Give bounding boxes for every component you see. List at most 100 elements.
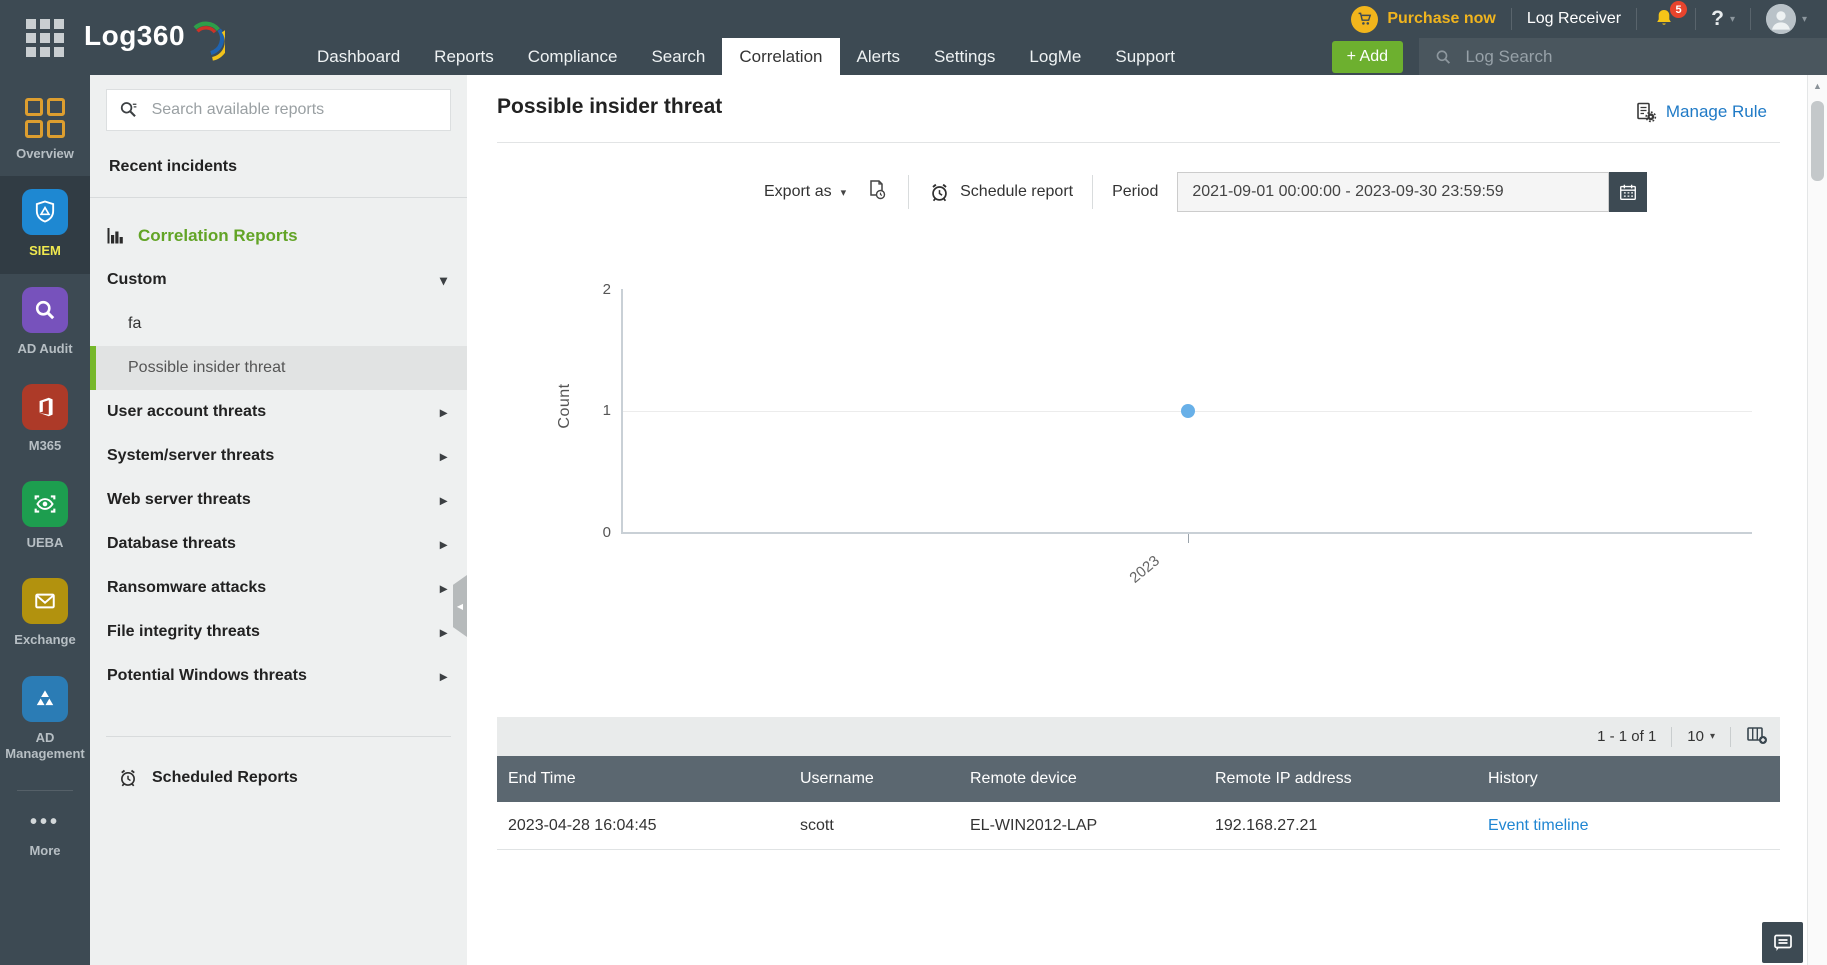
logo[interactable]: Log360 <box>84 12 226 64</box>
log-receiver-link[interactable]: Log Receiver <box>1527 10 1621 28</box>
divider <box>1749 8 1751 30</box>
add-button[interactable]: + Add <box>1331 40 1403 73</box>
sidebar-group-potential-windows-threats[interactable]: Potential Windows threats ▸ <box>90 654 467 698</box>
sidebar-group-system-server-threats[interactable]: System/server threats ▸ <box>90 434 467 478</box>
y-tick-0: 0 <box>602 524 611 541</box>
rail-item-exchange[interactable]: Exchange <box>0 565 90 662</box>
export-as-dropdown[interactable]: Export as ▾ <box>764 183 846 201</box>
nav-tab-dashboard[interactable]: Dashboard <box>300 38 417 75</box>
rail-item-siem[interactable]: SIEM <box>0 176 90 274</box>
divider <box>1510 8 1512 30</box>
rail-item-ueba[interactable]: UEBA <box>0 468 90 565</box>
rail-item-ad-management[interactable]: AD Management <box>0 663 90 777</box>
rail-label: M365 <box>28 437 62 453</box>
scroll-up-arrow[interactable]: ▲ <box>1808 81 1827 91</box>
help-menu[interactable]: ? ▾ <box>1711 7 1735 31</box>
add-column-button[interactable] <box>1746 725 1768 749</box>
group-label: Potential Windows threats <box>107 667 307 684</box>
period-range-input[interactable] <box>1177 172 1610 212</box>
nav-tab-logme[interactable]: LogMe <box>1012 38 1098 75</box>
chat-support-button[interactable] <box>1762 922 1803 963</box>
manage-rule-link[interactable]: Manage Rule <box>1635 101 1767 123</box>
manage-rule-label: Manage Rule <box>1665 102 1767 121</box>
col-header-remote-device[interactable]: Remote device <box>959 770 1204 788</box>
avatar <box>1765 4 1796 34</box>
event-timeline-link[interactable]: Event timeline <box>1477 817 1780 835</box>
title-divider <box>497 142 1780 143</box>
table-header-row: End Time Username Remote device Remote I… <box>497 756 1780 802</box>
sidebar-group-file-integrity-threats[interactable]: File integrity threats ▸ <box>90 610 467 654</box>
divider <box>1636 8 1638 30</box>
x-tick-label: 2023 <box>1125 552 1163 587</box>
export-schedule-button[interactable] <box>865 178 889 207</box>
account-menu[interactable]: ▾ <box>1765 4 1807 34</box>
sidebar-report-fa[interactable]: fa <box>90 302 467 346</box>
col-header-history[interactable]: History <box>1477 770 1780 788</box>
scheduled-reports-link[interactable]: Scheduled Reports <box>90 737 467 789</box>
table-row[interactable]: 2023-04-28 16:04:45 scott EL-WIN2012-LAP… <box>497 802 1780 850</box>
chevron-down-icon: ▾ <box>1729 13 1735 25</box>
log-search-input[interactable] <box>1463 45 1811 68</box>
purchase-now-button[interactable]: Purchase now <box>1351 5 1496 33</box>
y-tick-2: 2 <box>602 281 611 298</box>
nav-tab-support[interactable]: Support <box>1098 38 1192 75</box>
y-tick-1: 1 <box>602 402 611 419</box>
vertical-scrollbar[interactable]: ▲ <box>1807 75 1827 965</box>
period-label: Period <box>1112 183 1159 200</box>
apps-grid-icon[interactable] <box>26 18 64 57</box>
schedule-report-button[interactable]: Schedule report <box>928 181 1073 204</box>
search-icon <box>1436 49 1451 64</box>
group-label: Database threats <box>107 535 236 552</box>
sidebar-group-ransomware-attacks[interactable]: Ransomware attacks ▸ <box>90 566 467 610</box>
rail-item-m365[interactable]: M365 <box>0 371 90 468</box>
notifications-button[interactable]: 5 <box>1652 1 1688 32</box>
nav-tab-search[interactable]: Search <box>634 38 722 75</box>
chevron-down-icon: ▾ <box>1801 13 1807 25</box>
sidebar-group-user-account-threats[interactable]: User account threats ▸ <box>90 390 467 434</box>
reports-search-box[interactable] <box>106 89 451 131</box>
reports-search-input[interactable] <box>149 100 438 120</box>
rail-item-ad-audit[interactable]: AD Audit <box>0 274 90 371</box>
divider <box>1671 726 1673 747</box>
col-header-end-time[interactable]: End Time <box>497 770 789 788</box>
nav-tab-alerts[interactable]: Alerts <box>840 38 917 75</box>
rail-item-overview[interactable]: Overview <box>0 85 90 176</box>
chevron-right-icon: ▸ <box>439 403 447 420</box>
group-label: System/server threats <box>107 447 275 464</box>
report-toolbar: Export as ▾ Schedule report Period 2021-… <box>764 168 1648 216</box>
correlation-reports-label: Correlation Reports <box>138 226 298 245</box>
calendar-picker-button[interactable] <box>1609 172 1648 212</box>
rail-label: UEBA <box>26 535 64 550</box>
rail-divider <box>17 790 73 791</box>
scrollbar-thumb[interactable] <box>1811 101 1824 181</box>
recent-incidents-link[interactable]: Recent incidents <box>90 131 467 198</box>
sidebar-group-custom[interactable]: Custom ▾ <box>90 258 467 302</box>
col-header-remote-ip[interactable]: Remote IP address <box>1204 770 1477 788</box>
col-header-username[interactable]: Username <box>789 770 959 788</box>
chevron-down-icon: ▾ <box>1709 731 1715 742</box>
nav-tab-correlation[interactable]: Correlation <box>722 38 840 75</box>
page-size-dropdown[interactable]: 10 ▾ <box>1687 728 1715 745</box>
rail-item-more[interactable]: ••• More <box>0 797 90 873</box>
topbar-utility-row: Purchase now Log Receiver 5 ? ▾ ▾ <box>1351 0 1827 38</box>
ad-management-icon <box>22 675 68 722</box>
chevron-right-icon: ▸ <box>439 447 447 464</box>
correlation-reports-heading[interactable]: Correlation Reports <box>90 198 467 258</box>
data-point-2023[interactable] <box>1180 403 1195 418</box>
nav-tab-settings[interactable]: Settings <box>917 38 1012 75</box>
more-dots-icon: ••• <box>29 811 60 833</box>
sidebar-group-database-threats[interactable]: Database threats ▸ <box>90 522 467 566</box>
rail-label: Exchange <box>14 632 76 648</box>
exchange-mail-icon <box>22 578 68 625</box>
toolbar-divider <box>1092 175 1094 209</box>
sidebar-group-web-server-threats[interactable]: Web server threats ▸ <box>90 478 467 522</box>
chevron-right-icon: ▸ <box>439 579 447 596</box>
log-search-box[interactable] <box>1419 38 1827 75</box>
search-reports-icon <box>120 102 137 117</box>
cell-end-time: 2023-04-28 16:04:45 <box>508 816 657 834</box>
bar-chart-icon <box>107 228 123 244</box>
nav-tab-reports[interactable]: Reports <box>417 38 511 75</box>
sidebar-collapse-handle[interactable]: ◀ <box>453 575 467 637</box>
sidebar-report-possible-insider-threat[interactable]: Possible insider threat <box>90 346 467 390</box>
nav-tab-compliance[interactable]: Compliance <box>511 38 635 75</box>
